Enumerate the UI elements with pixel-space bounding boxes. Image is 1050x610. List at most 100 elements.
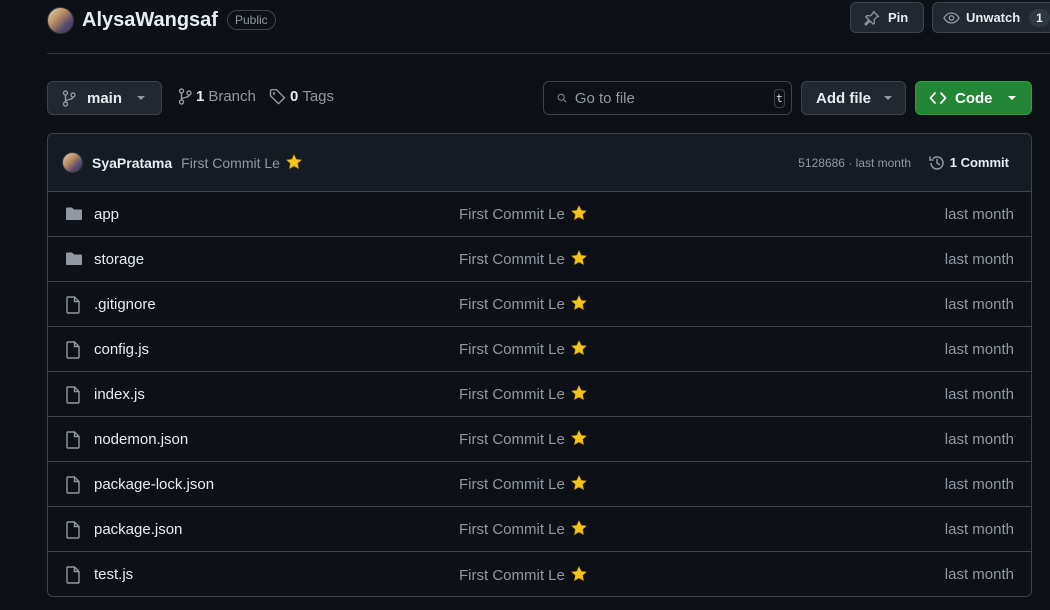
latest-commit-bar: SyaPratama First Commit Le 5128686 · las…: [48, 134, 1031, 192]
file-name[interactable]: app: [94, 206, 119, 223]
file-icon: [65, 476, 81, 499]
file-row[interactable]: app First Commit Le last month: [48, 192, 1031, 237]
file-browser: SyaPratama First Commit Le 5128686 · las…: [47, 133, 1032, 597]
file-name[interactable]: storage: [94, 251, 144, 268]
file-icon: [65, 296, 81, 319]
file-row[interactable]: nodemon.json First Commit Le last month: [48, 417, 1031, 462]
git-branch-icon: [62, 89, 76, 107]
header-divider: [47, 53, 1050, 54]
file-commit-message[interactable]: First Commit Le: [459, 205, 587, 223]
file-commit-message-text: First Commit Le: [459, 476, 565, 493]
file-commit-message-text: First Commit Le: [459, 251, 565, 268]
file-commit-date: last month: [944, 385, 1014, 403]
file-commit-date: last month: [944, 250, 1014, 268]
star-icon: [570, 430, 587, 445]
go-to-file-input[interactable]: [574, 89, 774, 107]
file-commit-message[interactable]: First Commit Le: [459, 340, 587, 358]
git-branch-icon: [178, 88, 192, 105]
eye-icon: [943, 11, 960, 24]
visibility-badge: Public: [226, 10, 276, 30]
branch-count: 1: [196, 88, 205, 105]
commit-sha-time[interactable]: 5128686 · last month: [798, 156, 911, 170]
file-row[interactable]: package.json First Commit Le last month: [48, 507, 1031, 552]
branch-name: main: [87, 89, 123, 107]
file-commit-date: last month: [944, 340, 1014, 358]
file-commit-message-text: First Commit Le: [459, 341, 565, 358]
repo-name[interactable]: AlysaWangsaf: [82, 9, 218, 32]
owner-avatar[interactable]: [47, 6, 74, 34]
file-row[interactable]: index.js First Commit Le last month: [48, 372, 1031, 417]
commit-author[interactable]: SyaPratama: [92, 155, 172, 171]
file-name[interactable]: nodemon.json: [94, 431, 188, 448]
file-commit-message[interactable]: First Commit Le: [459, 475, 587, 493]
star-icon: [570, 205, 587, 220]
tag-icon: [269, 89, 286, 105]
file-commit-message[interactable]: First Commit Le: [459, 565, 587, 584]
file-name[interactable]: .gitignore: [94, 296, 156, 313]
file-icon: [65, 566, 81, 589]
file-row[interactable]: .gitignore First Commit Le last month: [48, 282, 1031, 327]
file-row[interactable]: test.js First Commit Le last month: [48, 552, 1031, 596]
search-icon: [557, 93, 567, 103]
repo-page: AlysaWangsaf Public Pin Unwatch 1 main 1…: [0, 0, 1050, 610]
branches-link[interactable]: 1 Branch: [178, 88, 256, 105]
repo-header: AlysaWangsaf Public: [47, 5, 276, 35]
file-commit-date: last month: [944, 520, 1014, 538]
file-name[interactable]: index.js: [94, 386, 145, 403]
add-file-button[interactable]: Add file: [801, 81, 906, 115]
file-commit-message-text: First Commit Le: [459, 386, 565, 403]
file-commit-message[interactable]: First Commit Le: [459, 295, 587, 313]
file-commit-date: last month: [944, 295, 1014, 313]
pin-icon: [864, 10, 880, 26]
star-icon: [570, 475, 587, 490]
commit-author-avatar[interactable]: [62, 152, 83, 173]
chevron-down-icon: [1008, 96, 1016, 100]
commit-message[interactable]: First Commit Le: [181, 154, 302, 171]
file-row[interactable]: package-lock.json First Commit Le last mon…: [48, 462, 1031, 507]
pin-button[interactable]: Pin: [850, 2, 924, 33]
tag-label: Tags: [302, 88, 335, 105]
unwatch-button[interactable]: Unwatch 1: [932, 2, 1050, 33]
star-icon: [570, 385, 587, 400]
file-row[interactable]: config.js First Commit Le last month: [48, 327, 1031, 372]
pin-label: Pin: [888, 10, 909, 25]
file-list: app First Commit Le last month storage First…: [48, 192, 1031, 596]
watch-counter: 1: [1029, 8, 1050, 27]
file-commit-message[interactable]: First Commit Le: [459, 430, 587, 448]
file-icon: [65, 386, 81, 409]
tags-link[interactable]: 0 Tags: [269, 88, 334, 105]
code-icon: [929, 92, 947, 104]
file-commit-message[interactable]: First Commit Le: [459, 520, 587, 538]
file-icon: [65, 431, 81, 454]
commits-history-link[interactable]: 1 Commit: [928, 154, 1009, 172]
file-commit-message-text: First Commit Le: [459, 566, 565, 584]
file-commit-message-text: First Commit Le: [459, 296, 565, 313]
star-icon: [570, 340, 587, 355]
go-to-file-search[interactable]: t: [543, 81, 792, 115]
file-commit-message[interactable]: First Commit Le: [459, 250, 587, 268]
file-name[interactable]: test.js: [94, 566, 133, 583]
file-commit-date: last month: [944, 475, 1014, 493]
shortcut-key: t: [773, 88, 785, 108]
file-commit-message-text: First Commit Le: [459, 521, 565, 538]
commits-label: 1 Commit: [949, 155, 1009, 170]
chevron-down-icon: [884, 96, 892, 100]
add-file-label: Add file: [816, 89, 871, 107]
file-commit-message-text: First Commit Le: [459, 206, 565, 223]
file-name[interactable]: config.js: [94, 341, 149, 358]
chevron-down-icon: [137, 96, 145, 100]
folder-icon: [65, 251, 83, 272]
file-name[interactable]: package-lock.json: [94, 476, 214, 493]
tag-count: 0: [290, 88, 299, 105]
code-button[interactable]: Code: [915, 81, 1032, 115]
unwatch-label: Unwatch: [966, 10, 1021, 25]
file-icon: [65, 521, 81, 544]
star-icon: [570, 250, 587, 265]
file-name[interactable]: package.json: [94, 521, 182, 538]
history-icon: [929, 155, 944, 170]
file-icon: [65, 341, 81, 364]
star-icon: [286, 154, 302, 169]
file-row[interactable]: storage First Commit Le last month: [48, 237, 1031, 282]
branch-selector[interactable]: main: [47, 81, 162, 115]
file-commit-message[interactable]: First Commit Le: [459, 385, 587, 403]
